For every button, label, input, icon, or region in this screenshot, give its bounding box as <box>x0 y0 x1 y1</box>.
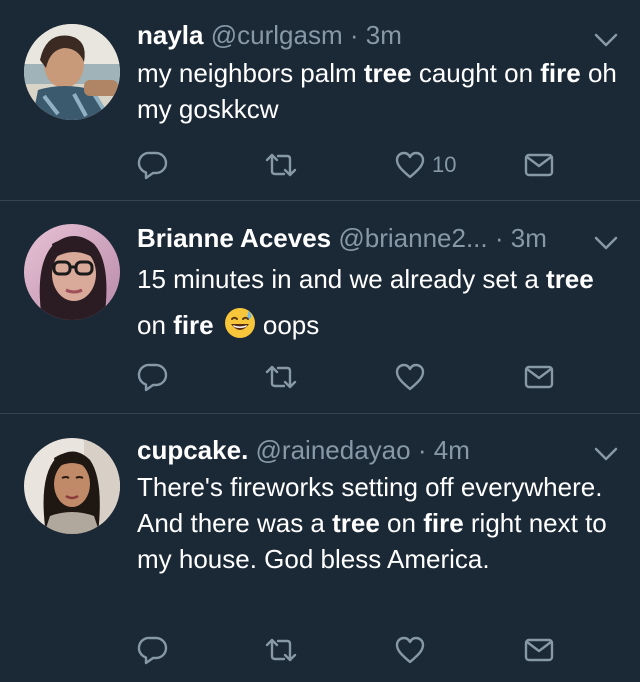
user-handle[interactable]: @brianne2... <box>338 223 487 253</box>
separator: · <box>494 223 504 253</box>
user-handle[interactable]: @rainedayao <box>256 435 411 465</box>
tweet-text: There's fireworks setting off everywhere… <box>137 472 607 574</box>
tweet[interactable]: Brianne Aceves @brianne2... · 3m 15 minu… <box>0 201 640 413</box>
message-button[interactable] <box>523 145 555 185</box>
display-name[interactable]: nayla <box>137 20 204 50</box>
highlight-keyword: tree <box>546 264 594 294</box>
avatar[interactable] <box>24 24 120 120</box>
reply-button[interactable] <box>137 145 169 185</box>
retweet-icon <box>265 153 297 177</box>
retweet-button[interactable] <box>263 145 299 185</box>
display-name[interactable]: Brianne Aceves <box>137 223 331 253</box>
like-count: 10 <box>432 152 457 177</box>
tweet[interactable]: cupcake. @rainedayao · 4m There's firewo… <box>0 414 640 682</box>
separator: · <box>349 20 359 50</box>
like-button[interactable] <box>394 357 426 397</box>
tweet-text: 15 minutes in and we already set a tree … <box>137 264 594 340</box>
tweet-actions: 10 <box>137 145 617 185</box>
tweet-header: cupcake. @rainedayao · 4m <box>137 433 590 467</box>
retweet-button[interactable] <box>263 357 299 397</box>
display-name[interactable]: cupcake. <box>137 435 248 465</box>
like-icon <box>395 636 425 664</box>
timestamp[interactable]: 3m <box>366 20 402 50</box>
reply-button[interactable] <box>137 630 169 670</box>
reply-button[interactable] <box>137 357 169 397</box>
sweat-smile-emoji-icon <box>224 308 255 338</box>
tweet[interactable]: nayla @curlgasm · 3m my neighbors palm t… <box>0 0 640 200</box>
tweet-actions <box>137 357 617 397</box>
tweet-actions <box>137 630 617 670</box>
tweet-header: nayla @curlgasm · 3m <box>137 18 590 52</box>
highlight-keyword: fire <box>423 508 464 538</box>
reply-icon <box>137 363 168 392</box>
like-button[interactable] <box>394 630 426 670</box>
retweet-icon <box>265 365 297 389</box>
chevron-down-icon[interactable] <box>592 233 620 253</box>
like-button[interactable]: 10 <box>394 145 456 185</box>
reply-icon <box>137 151 168 180</box>
timestamp[interactable]: 4m <box>434 435 470 465</box>
reply-icon <box>137 636 168 665</box>
highlight-keyword: tree <box>363 58 412 88</box>
avatar[interactable] <box>24 438 120 534</box>
chevron-down-icon[interactable] <box>592 30 620 50</box>
highlight-keyword: tree <box>332 508 380 538</box>
like-icon <box>395 363 425 391</box>
tweet-text: my neighbors palm tree caught on fire oh… <box>137 58 617 124</box>
highlight-keyword: fire <box>540 58 581 88</box>
tweet-header: Brianne Aceves @brianne2... · 3m <box>137 221 590 255</box>
message-icon <box>524 365 554 389</box>
chevron-down-icon[interactable] <box>592 444 620 464</box>
message-icon <box>524 638 554 662</box>
avatar[interactable] <box>24 224 120 320</box>
timestamp[interactable]: 3m <box>511 223 547 253</box>
separator: · <box>417 435 427 465</box>
like-icon <box>395 151 425 179</box>
message-button[interactable] <box>523 357 555 397</box>
user-handle[interactable]: @curlgasm <box>211 20 343 50</box>
retweet-icon <box>265 638 297 662</box>
retweet-button[interactable] <box>263 630 299 670</box>
message-button[interactable] <box>523 630 555 670</box>
tweet-feed: nayla @curlgasm · 3m my neighbors palm t… <box>0 0 640 682</box>
message-icon <box>524 153 554 177</box>
highlight-keyword: fire <box>173 310 214 340</box>
